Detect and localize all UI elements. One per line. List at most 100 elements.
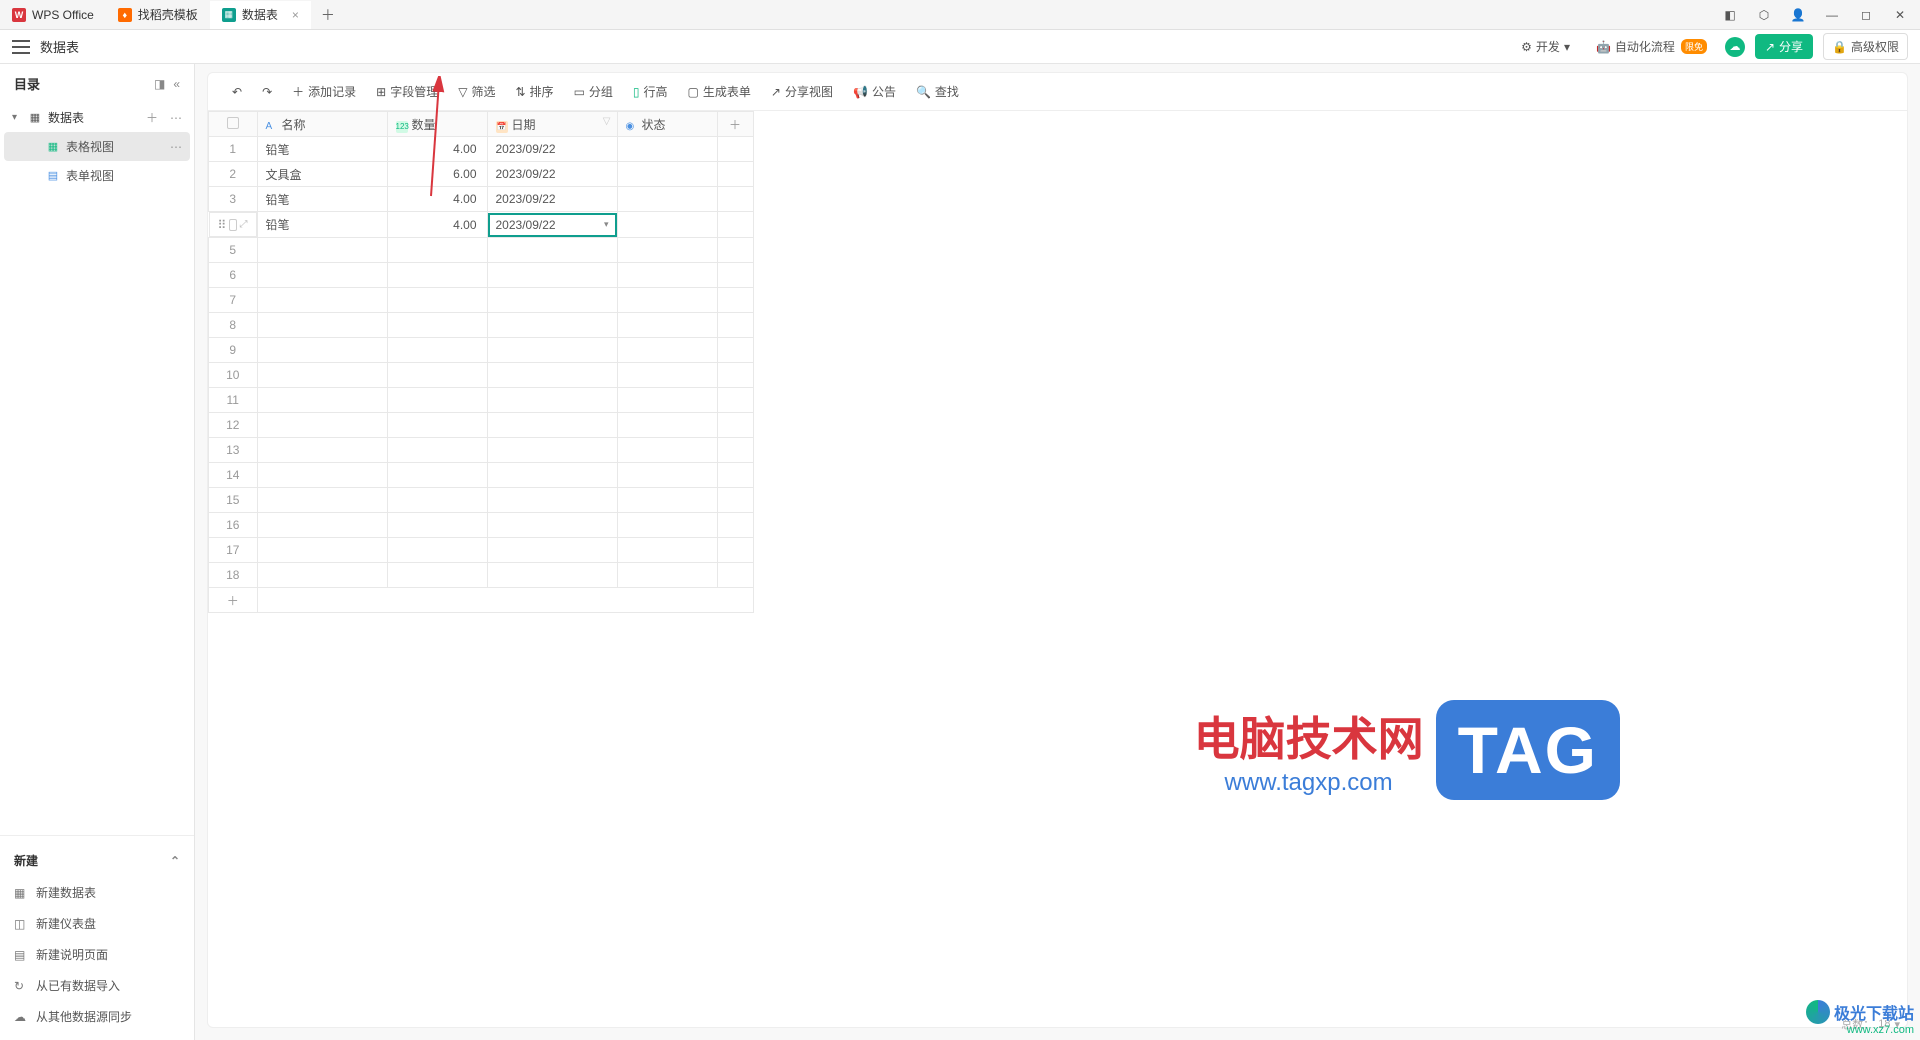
collapse-icon[interactable]: « — [173, 77, 180, 91]
permission-button[interactable]: 🔒 高级权限 — [1823, 33, 1908, 60]
add-column-button[interactable]: ＋ — [717, 112, 753, 137]
share-button[interactable]: ↗ 分享 — [1755, 34, 1813, 59]
cube-icon[interactable]: ⬡ — [1754, 5, 1774, 25]
tab-add-button[interactable]: ＋ — [311, 5, 345, 25]
table-row[interactable]: 3 铅笔 4.00 2023/09/22 — [209, 187, 754, 212]
maximize-icon[interactable]: ◻ — [1856, 5, 1876, 25]
close-icon[interactable]: × — [292, 8, 299, 22]
announce-button[interactable]: 📢公告 — [845, 79, 904, 104]
chevron-down-icon[interactable]: ▾ — [1894, 1018, 1900, 1031]
field-mgmt-button[interactable]: ⊞字段管理 — [368, 79, 446, 104]
table-row-empty[interactable]: 13 — [209, 438, 754, 463]
row-number[interactable]: 11 — [209, 388, 258, 413]
table-row-empty[interactable]: 9 — [209, 338, 754, 363]
column-status[interactable]: ◉状态 — [617, 112, 717, 137]
row-number[interactable]: 18 — [209, 563, 258, 588]
row-number[interactable]: 12 — [209, 413, 258, 438]
row-number[interactable]: 6 — [209, 263, 258, 288]
new-section-header[interactable]: 新建 ⌃ — [0, 844, 194, 877]
checkbox[interactable] — [227, 117, 239, 129]
row-number[interactable]: 5 — [209, 238, 258, 263]
table-row-empty[interactable]: 12 — [209, 413, 754, 438]
search-button[interactable]: 🔍查找 — [908, 79, 967, 104]
column-date[interactable]: 📅日期▽ — [487, 112, 617, 137]
table-row-empty[interactable]: 15 — [209, 488, 754, 513]
new-doc-button[interactable]: ▤新建说明页面 — [0, 939, 194, 970]
table-row-empty[interactable]: 8 — [209, 313, 754, 338]
cell-date[interactable]: 2023/09/22 — [487, 137, 617, 162]
add-icon[interactable]: ＋ — [146, 109, 158, 126]
row-number[interactable]: 8 — [209, 313, 258, 338]
table-row-empty[interactable]: 17 — [209, 538, 754, 563]
redo-button[interactable]: ↷ — [254, 81, 280, 103]
cell-status[interactable] — [617, 162, 717, 187]
row-handle[interactable]: ⠿⤢ — [209, 212, 257, 237]
row-number[interactable]: 17 — [209, 538, 258, 563]
row-number[interactable]: 10 — [209, 363, 258, 388]
cell-date[interactable]: 2023/09/22 — [487, 187, 617, 212]
row-number[interactable]: 15 — [209, 488, 258, 513]
table-row[interactable]: 1 铅笔 4.00 2023/09/22 — [209, 137, 754, 162]
row-number[interactable]: 16 — [209, 513, 258, 538]
drag-icon[interactable]: ⠿ — [218, 218, 227, 232]
table-row-empty[interactable]: 11 — [209, 388, 754, 413]
group-button[interactable]: ▭分组 — [566, 79, 621, 104]
cell-qty[interactable]: 6.00 — [387, 162, 487, 187]
hamburger-icon[interactable] — [12, 40, 30, 54]
table-row[interactable]: 2 文具盒 6.00 2023/09/22 — [209, 162, 754, 187]
new-dashboard-button[interactable]: ◫新建仪表盘 — [0, 908, 194, 939]
cell-date[interactable]: 2023/09/22 — [487, 162, 617, 187]
column-name[interactable]: A名称 — [257, 112, 387, 137]
cloud-sync-icon[interactable]: ☁ — [1725, 37, 1745, 57]
add-record-button[interactable]: ＋添加记录 — [284, 79, 364, 104]
more-icon[interactable]: ⋯ — [170, 111, 182, 125]
column-qty[interactable]: 123数量 — [387, 112, 487, 137]
tab-wps-office[interactable]: W WPS Office — [0, 1, 106, 29]
row-number[interactable]: 2 — [209, 162, 258, 187]
share-view-button[interactable]: ↗分享视图 — [763, 79, 841, 104]
sort-button[interactable]: ⇅排序 — [507, 79, 561, 104]
tab-datasheet[interactable]: ▦ 数据表 × — [210, 1, 311, 29]
cell-name[interactable]: 铅笔 — [257, 137, 387, 162]
sidebar-item-form-view[interactable]: ▤ 表单视图 — [4, 161, 190, 190]
cell-status[interactable] — [617, 212, 717, 238]
cell-name[interactable]: 铅笔 — [257, 212, 387, 238]
sidebar-item-table-view[interactable]: ▦ 表格视图 ⋯ — [4, 132, 190, 161]
more-icon[interactable]: ⋯ — [170, 140, 182, 154]
filter-icon[interactable]: ▽ — [603, 116, 611, 127]
table-row-empty[interactable]: 6 — [209, 263, 754, 288]
new-datasheet-button[interactable]: ▦新建数据表 — [0, 877, 194, 908]
tree-root-datasheet[interactable]: ▾ ▦ 数据表 ＋ ⋯ — [4, 103, 190, 132]
table-row-empty[interactable]: 18 — [209, 563, 754, 588]
table-row-empty[interactable]: 10 — [209, 363, 754, 388]
cell-qty[interactable]: 4.00 — [387, 137, 487, 162]
row-number[interactable]: 14 — [209, 463, 258, 488]
close-window-icon[interactable]: ✕ — [1890, 5, 1910, 25]
tab-template[interactable]: ♦ 找稻壳模板 — [106, 1, 210, 29]
checkbox[interactable] — [229, 219, 236, 231]
undo-button[interactable]: ↶ — [224, 81, 250, 103]
layout-icon[interactable]: ◧ — [1720, 5, 1740, 25]
cell-status[interactable] — [617, 137, 717, 162]
cell-name[interactable]: 铅笔 — [257, 187, 387, 212]
row-number[interactable]: 7 — [209, 288, 258, 313]
sync-data-button[interactable]: ☁从其他数据源同步 — [0, 1001, 194, 1032]
table-row-empty[interactable]: 16 — [209, 513, 754, 538]
expand-icon[interactable]: ⤢ — [240, 219, 248, 230]
cell-name[interactable]: 文具盒 — [257, 162, 387, 187]
gen-form-button[interactable]: ▢生成表单 — [680, 79, 759, 104]
cell-date-active[interactable]: 2023/09/22▾ — [487, 212, 617, 238]
minimize-icon[interactable]: — — [1822, 5, 1842, 25]
table-row-empty[interactable]: 5 — [209, 238, 754, 263]
automation-button[interactable]: 🤖 自动化流程 限免 — [1588, 34, 1715, 59]
table-row[interactable]: ⠿⤢ 铅笔 4.00 2023/09/22▾ — [209, 212, 754, 238]
dock-icon[interactable]: ◨ — [154, 77, 165, 91]
row-number[interactable]: 1 — [209, 137, 258, 162]
cell-status[interactable] — [617, 187, 717, 212]
filter-button[interactable]: ▽筛选 — [450, 79, 503, 104]
cell-qty[interactable]: 4.00 — [387, 187, 487, 212]
row-height-button[interactable]: ▯行高 — [625, 79, 676, 104]
add-row-button[interactable]: ＋ — [209, 588, 754, 613]
table-row-empty[interactable]: 14 — [209, 463, 754, 488]
row-number[interactable]: 13 — [209, 438, 258, 463]
